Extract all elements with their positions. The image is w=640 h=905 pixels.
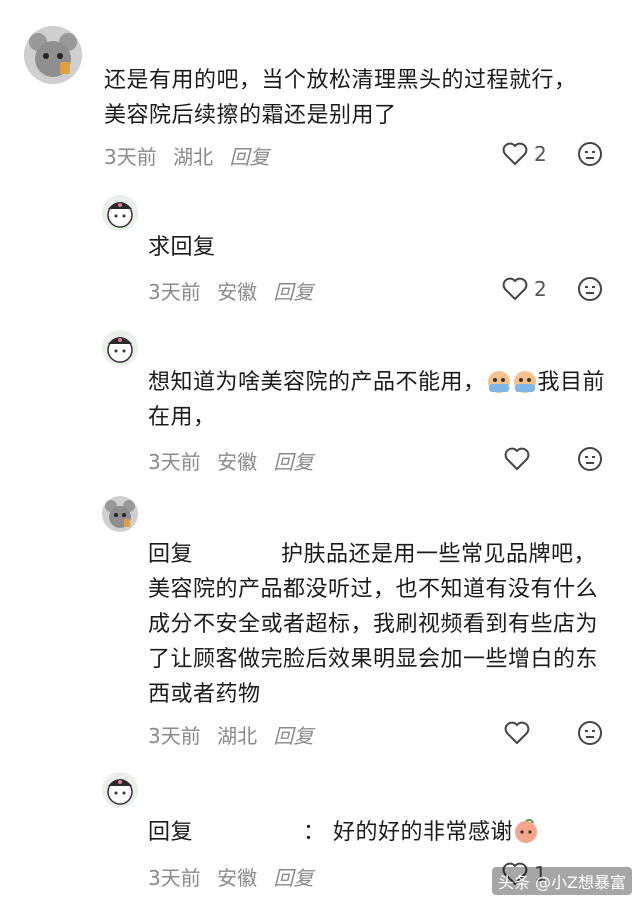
crying-emoji-icon [513,371,536,393]
kuromi-avatar-icon [102,195,138,231]
comment-time: 3天前 [104,145,157,169]
avatar[interactable] [102,195,138,231]
heart-icon [504,721,530,744]
comment-meta: 3天前 湖北 回复 [148,720,323,749]
kuromi-avatar-icon [102,772,138,808]
watermark: 头条 @小Z想暴富 [491,867,632,895]
heart-icon [502,142,528,165]
comment-text: 还是有用的吧，当个放松清理黑头的过程就行，美容院后续擦的霜还是别用了 [104,68,577,128]
comment-meta: 3天前 安徽 回复 [148,446,323,475]
reply-link[interactable]: 回复 [273,866,313,890]
crying-emoji-icon [487,371,510,393]
emoji-reaction-icon[interactable] [577,276,603,302]
comment-location: 湖北 [173,145,214,169]
comment-meta: 3天前 安徽 回复 [148,862,323,891]
comment-location: 安徽 [217,866,258,890]
avatar[interactable] [24,26,82,84]
comment-text-body: ： 好的好的非常感谢 [303,820,514,845]
reply-prefix: 回复 [148,542,194,567]
mouse-avatar-icon [102,496,138,532]
comment-time: 3天前 [148,450,201,474]
avatar[interactable] [102,330,138,366]
like-button[interactable] [504,721,530,745]
kuromi-avatar-icon [102,330,138,366]
comment-time: 3天前 [148,280,201,304]
avatar[interactable] [102,496,138,532]
avatar[interactable] [102,772,138,808]
comment-location: 安徽 [217,450,258,474]
emoji-reaction-icon[interactable] [577,446,603,472]
heart-icon [504,447,530,470]
comment-text: 回复 ： 好的好的非常感谢 [148,815,603,850]
like-button[interactable]: 2 [502,277,547,301]
mouse-avatar-icon [24,26,82,84]
comment-text-part: 想知道为啥美容院的产品不能用， [148,370,486,395]
comment-location: 安徽 [217,280,258,304]
like-button[interactable] [504,447,530,471]
peach-emoji-icon [515,818,538,843]
reply-prefix: 回复 [148,820,194,845]
comment-meta: 3天前 安徽 回复 [148,276,323,305]
emoji-reaction-icon[interactable] [577,141,603,167]
reply-link[interactable]: 回复 [273,724,313,748]
comment-meta: 3天前 湖北 回复 [104,141,279,170]
like-count: 2 [534,277,547,301]
like-count: 2 [534,142,547,166]
comment-time: 3天前 [148,866,201,890]
emoji-reaction-icon[interactable] [577,720,603,746]
reply-link[interactable]: 回复 [229,145,269,169]
like-button[interactable]: 2 [502,142,547,166]
comment-text: 想知道为啥美容院的产品不能用， 我目前在用， [148,365,608,435]
comment-text: 求回复 [148,235,216,260]
comment-text: 回复 护肤品还是用一些常见品牌吧，美容院的产品都没听过，也不知道有没有什么成分不安… [148,537,603,712]
comment-text-body: 护肤品还是用一些常见品牌吧，美容院的产品都没听过，也不知道有没有什么成分不安全或… [148,542,599,707]
reply-link[interactable]: 回复 [273,280,313,304]
heart-icon [502,277,528,300]
reply-link[interactable]: 回复 [273,450,313,474]
comment-time: 3天前 [148,724,201,748]
comment-location: 湖北 [217,724,258,748]
